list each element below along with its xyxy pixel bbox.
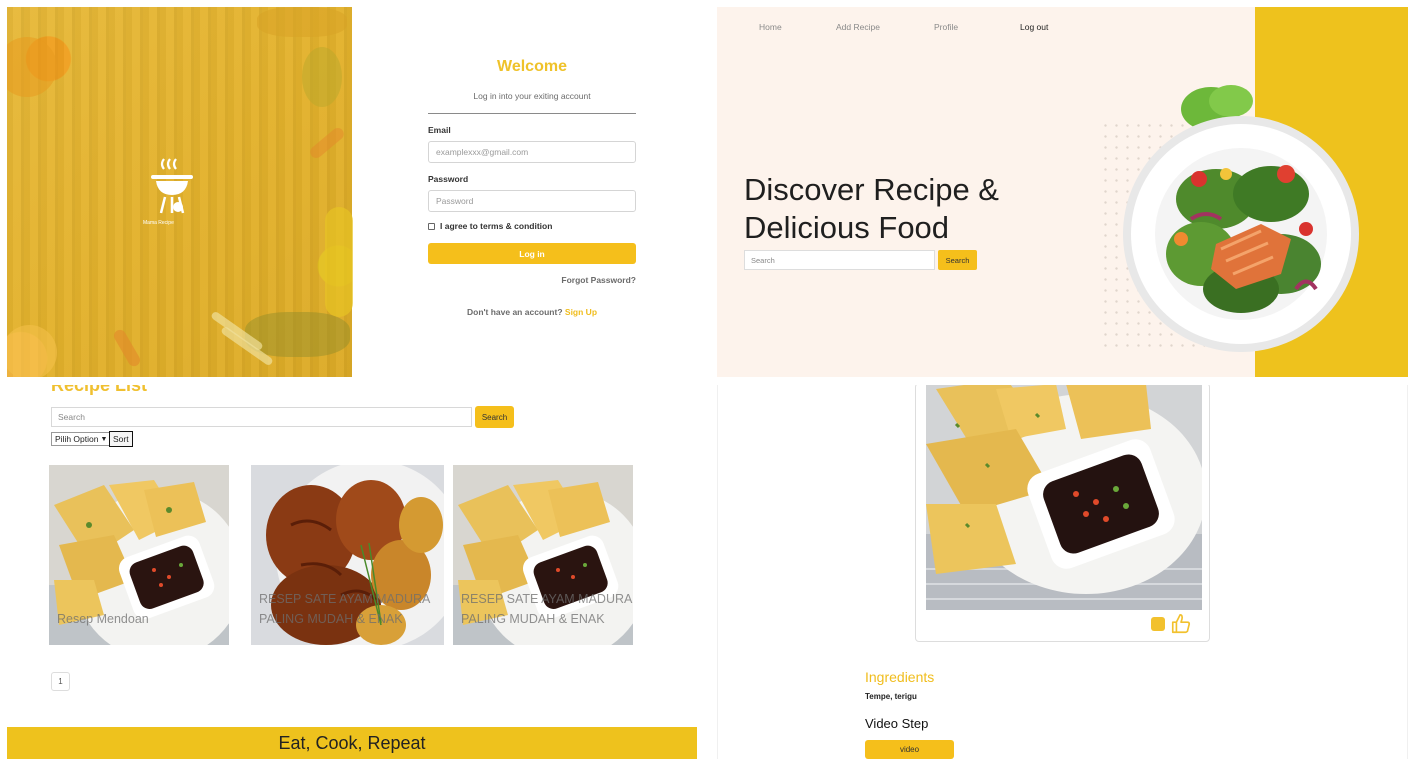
hero-search-button[interactable]: Search xyxy=(938,250,977,270)
agree-checkbox[interactable] xyxy=(428,222,435,230)
signup-link[interactable]: Sign Up xyxy=(565,307,597,317)
recipe-card-title: Resep Mendoan xyxy=(57,612,149,626)
recipe-card-title: RESEP SATE AYAM MADURA PALING MUDAH & EN… xyxy=(461,592,632,626)
login-button[interactable]: Log in xyxy=(428,243,636,264)
mama-recipe-logo-icon xyxy=(147,157,197,220)
hero-search-input[interactable] xyxy=(744,250,935,270)
chevron-down-icon: ▼ xyxy=(100,435,108,443)
sort-button[interactable]: Sort xyxy=(109,431,133,447)
agree-terms[interactable]: I agree to terms & condition xyxy=(428,221,552,231)
email-field[interactable] xyxy=(428,141,636,163)
recipe-detail-panel: Ingredients Tempe, terigu Video Step vid… xyxy=(717,385,1408,759)
video-step-title: Video Step xyxy=(865,716,929,731)
recipe-list-title: Recipe List xyxy=(51,385,148,395)
login-panel: Mama Recipe Welcome Log in into your exi… xyxy=(7,7,708,377)
login-subtitle: Log in into your exiting account xyxy=(473,91,591,101)
home-panel: Home Add Recipe Profile Log out Discover… xyxy=(717,7,1408,377)
recipe-card-title: RESEP SATE AYAM MADURA PALING MUDAH & EN… xyxy=(259,592,430,626)
video-step-button[interactable]: video xyxy=(865,740,954,759)
login-hero-image: Mama Recipe xyxy=(7,7,353,377)
hero-title-line2: Delicious Food xyxy=(744,210,950,245)
recipe-detail-card xyxy=(915,385,1210,642)
recipe-card[interactable]: Resep Mendoan xyxy=(49,465,229,645)
ingredients-text: Tempe, terigu xyxy=(865,692,917,701)
recipe-card[interactable]: RESEP SATE AYAM MADURA PALING MUDAH & EN… xyxy=(453,465,633,645)
recipe-list-panel: Recipe List Search Pilih Option ▼ Sort R… xyxy=(7,385,697,759)
recipe-detail-image xyxy=(926,385,1202,610)
nav-profile[interactable]: Profile xyxy=(934,22,958,32)
hero-title-line1: Discover Recipe & xyxy=(744,172,999,207)
select-value: Pilih Option xyxy=(55,434,99,444)
nav-add-recipe[interactable]: Add Recipe xyxy=(836,22,880,32)
hero-title: Discover Recipe & Delicious Food xyxy=(744,171,1064,247)
bookmark-icon[interactable] xyxy=(1151,617,1165,631)
recipe-search-input[interactable] xyxy=(51,407,472,427)
footer-banner: Eat, Cook, Repeat xyxy=(7,727,697,759)
signup-prompt: Don't have an account? Sign Up xyxy=(428,307,636,317)
password-label: Password xyxy=(428,174,469,184)
agree-label: I agree to terms & condition xyxy=(440,221,553,231)
recipe-card[interactable]: RESEP SATE AYAM MADURA PALING MUDAH & EN… xyxy=(251,465,444,645)
brand-name: Mama Recipe xyxy=(143,220,174,226)
password-field[interactable] xyxy=(428,190,636,212)
recipe-search-button[interactable]: Search xyxy=(475,406,514,428)
email-label: Email xyxy=(428,125,451,135)
ingredients-title: Ingredients xyxy=(865,669,935,685)
welcome-heading: Welcome xyxy=(497,58,567,75)
no-account-text: Don't have an account? xyxy=(466,307,563,317)
sort-option-select[interactable]: Pilih Option ▼ xyxy=(51,432,112,446)
nav-home[interactable]: Home xyxy=(759,22,782,32)
salad-plate-image xyxy=(1121,79,1361,359)
nav-logout[interactable]: Log out xyxy=(1020,22,1048,32)
form-divider xyxy=(428,113,636,114)
thumbs-up-icon[interactable] xyxy=(1170,613,1192,635)
pagination-page[interactable]: 1 xyxy=(51,672,70,691)
forgot-password-link[interactable]: Forgot Password? xyxy=(561,275,636,285)
